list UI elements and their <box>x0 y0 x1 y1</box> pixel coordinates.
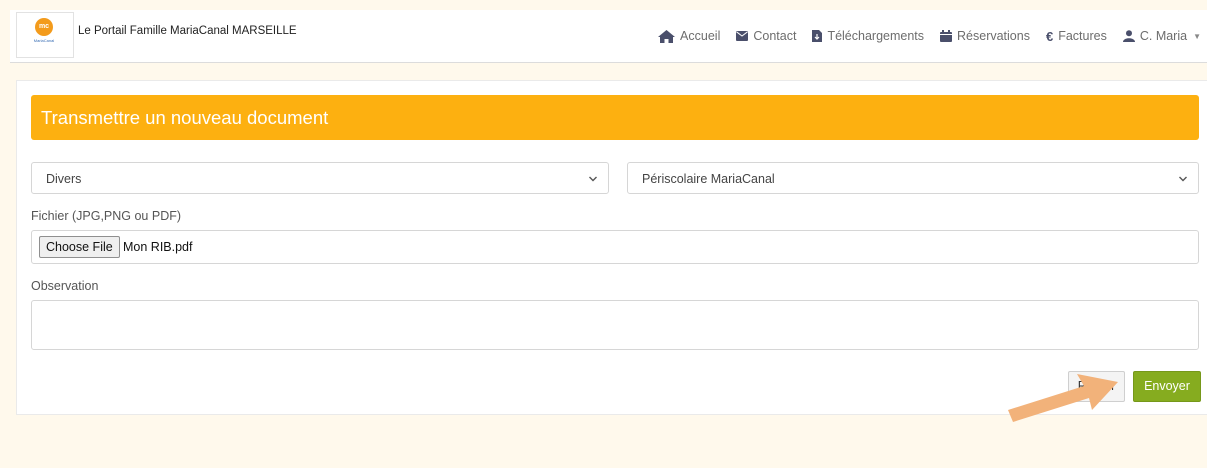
user-menu[interactable]: C. Maria ▼ <box>1122 29 1201 43</box>
site-logo[interactable]: mc MariaCanal <box>16 12 74 58</box>
nav-label-reservations: Réservations <box>957 29 1030 43</box>
service-select[interactable]: Périscolaire MariaCanal <box>627 162 1199 194</box>
nav-item-contact[interactable]: Contact <box>736 29 796 43</box>
chevron-down-icon: ▼ <box>1193 31 1201 41</box>
nav-item-accueil[interactable]: Accueil <box>658 29 720 43</box>
nav-label-factures: Factures <box>1058 29 1107 43</box>
nav-label-contact: Contact <box>753 29 797 43</box>
file-label: Fichier (JPG,PNG ou PDF) <box>31 209 182 223</box>
observation-textarea[interactable] <box>31 300 1199 350</box>
top-navbar: mc MariaCanal Le Portail Famille MariaCa… <box>10 10 1207 63</box>
home-icon <box>658 29 676 43</box>
logo-mark: mc <box>35 18 53 36</box>
page-title: Transmettre un nouveau document <box>41 107 329 128</box>
chevron-down-icon <box>1178 172 1188 186</box>
file-input[interactable]: Choose File Mon RIB.pdf <box>31 230 1199 264</box>
file-download-icon <box>812 30 823 42</box>
service-select-value: Périscolaire MariaCanal <box>642 172 775 186</box>
user-name: C. Maria <box>1139 29 1188 43</box>
euro-icon: € <box>1045 28 1054 44</box>
site-title: Le Portail Famille MariaCanal MARSEILLE <box>78 25 297 37</box>
envoyer-button[interactable]: Envoyer <box>1133 371 1201 402</box>
nav-item-factures[interactable]: € Factures <box>1046 29 1107 44</box>
selected-file-name: Mon RIB.pdf <box>123 240 193 254</box>
chevron-down-icon <box>588 172 598 186</box>
nav-item-telechargements[interactable]: Téléchargements <box>812 29 924 43</box>
panel-header: Transmettre un nouveau document <box>31 95 1199 140</box>
nav-label-telechargements: Téléchargements <box>827 29 925 43</box>
category-select-value: Divers <box>46 172 82 186</box>
nav-label-accueil: Accueil <box>680 29 721 43</box>
envelope-icon <box>736 31 749 41</box>
observation-label: Observation <box>31 279 99 293</box>
logo-caption: MariaCanal <box>33 38 55 43</box>
choose-file-button[interactable]: Choose File <box>39 236 120 258</box>
user-icon <box>1122 30 1135 42</box>
main-nav: Accueil Contact Téléchargements Réservat… <box>642 27 1201 45</box>
category-select[interactable]: Divers <box>31 162 609 194</box>
calendar-icon <box>940 30 953 42</box>
pointer-arrow-icon <box>1008 374 1118 422</box>
nav-item-reservations[interactable]: Réservations <box>940 29 1030 43</box>
